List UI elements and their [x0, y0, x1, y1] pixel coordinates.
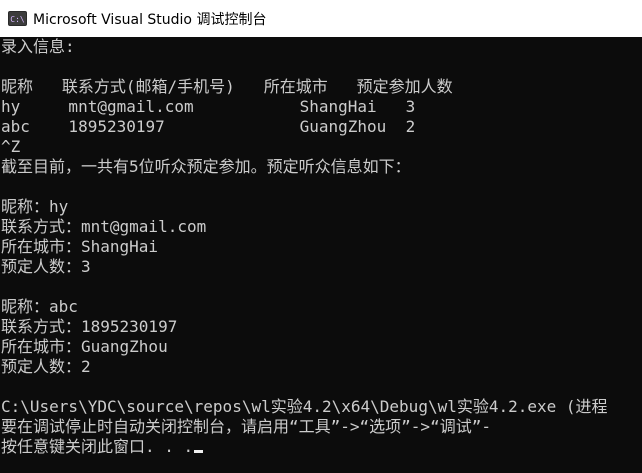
table-row: abc 1895230197 GuangZhou 2 — [1, 117, 416, 136]
console-window: C:\ Microsoft Visual Studio 调试控制台 录入信息: … — [0, 0, 642, 473]
detail-line: 联系方式：mnt@gmail.com — [1, 217, 207, 236]
console-output[interactable]: 录入信息: 昵称 联系方式(邮箱/手机号) 所在城市 预定参加人数 hy mnt… — [0, 37, 642, 473]
text-cursor — [194, 450, 204, 453]
detail-line: 联系方式：1895230197 — [1, 317, 178, 336]
detail-line: 所在城市：ShangHai — [1, 237, 159, 256]
detail-line: 预定人数：2 — [1, 357, 91, 376]
hint-line: 要在调试停止时自动关闭控制台，请启用“工具”->“选项”->“调试”- — [1, 417, 491, 436]
summary-line: 截至目前，一共有5位听众预定参加。预定听众信息如下： — [1, 157, 411, 176]
exit-message-line: C:\Users\YDC\source\repos\wl实验4.2\x64\De… — [1, 397, 608, 416]
detail-line: 昵称：hy — [1, 197, 69, 216]
press-any-key-text: 按任意键关闭此窗口. . . — [1, 437, 194, 456]
prompt-line: 按任意键关闭此窗口. . . — [1, 437, 642, 457]
console-line: 录入信息: — [1, 37, 75, 56]
table-row: hy mnt@gmail.com ShangHai 3 — [1, 97, 416, 116]
detail-line: 昵称：abc — [1, 297, 78, 316]
title-bar[interactable]: C:\ Microsoft Visual Studio 调试控制台 — [0, 0, 642, 37]
detail-line: 所在城市：GuangZhou — [1, 337, 168, 356]
detail-line: 预定人数：3 — [1, 257, 91, 276]
window-title: Microsoft Visual Studio 调试控制台 — [33, 11, 267, 28]
console-line: ^Z — [1, 137, 21, 156]
table-header-line: 昵称 联系方式(邮箱/手机号) 所在城市 预定参加人数 — [1, 77, 453, 96]
console-app-icon: C:\ — [8, 11, 27, 26]
